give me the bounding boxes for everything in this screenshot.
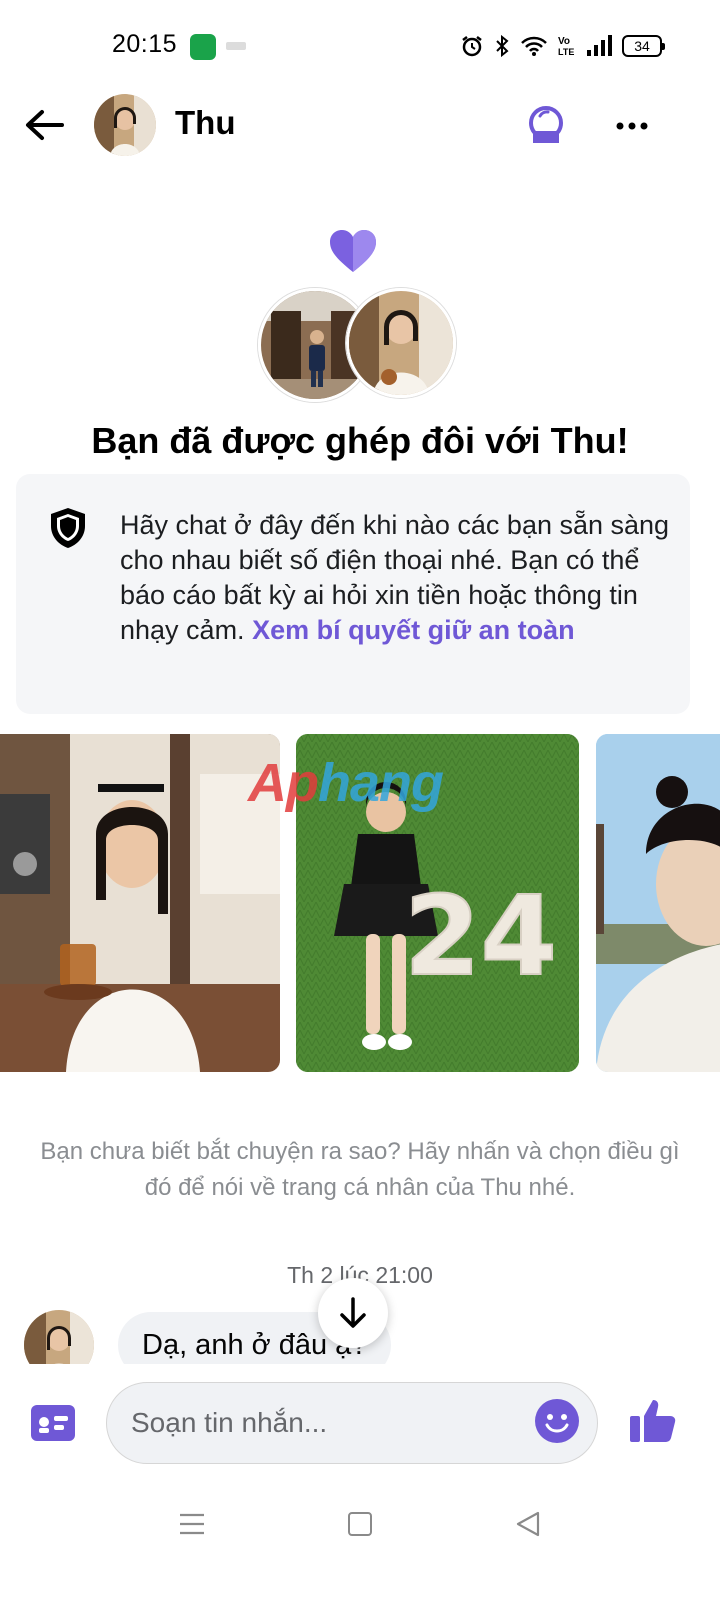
alarm-icon: [462, 36, 482, 57]
notification-app-icon: [190, 34, 216, 60]
notification-icon: [226, 42, 246, 50]
svg-text:Vo: Vo: [558, 36, 570, 47]
contact-name[interactable]: Thu: [175, 104, 235, 142]
match-title: Bạn đã được ghép đôi với Thu!: [91, 420, 629, 461]
watermark: Aphang: [248, 752, 444, 814]
nav-back-icon[interactable]: [514, 1510, 542, 1538]
profile-photo-1[interactable]: [0, 734, 280, 1072]
scroll-down-button[interactable]: [318, 1278, 388, 1348]
battery-icon: 34: [622, 35, 665, 57]
safety-message: Hãy chat ở đây đến khi nào các bạn sẵn s…: [120, 508, 670, 648]
nav-menu-icon[interactable]: [178, 1512, 206, 1536]
status-time: 20:15: [112, 30, 178, 58]
thumbs-up-icon[interactable]: [628, 1396, 678, 1446]
watermark-part2: hang: [317, 753, 444, 813]
profile-card-icon[interactable]: [30, 1404, 76, 1442]
message-input-placeholder: Soạn tin nhắn...: [131, 1407, 328, 1438]
video-call-icon[interactable]: [524, 104, 568, 148]
more-icon[interactable]: [612, 106, 652, 146]
emoji-icon[interactable]: [534, 1398, 580, 1444]
svg-text:LTE: LTE: [558, 47, 574, 57]
signal-icon: [587, 35, 612, 56]
profile-photo-3[interactable]: [596, 734, 720, 1072]
header-avatar[interactable]: [94, 94, 156, 156]
nav-home-icon[interactable]: [348, 1512, 372, 1536]
conversation-prompt: Bạn chưa biết bắt chuyện ra sao? Hãy nhấ…: [40, 1138, 680, 1201]
status-icons: Vo LTE 34: [460, 34, 665, 58]
message-input[interactable]: Soạn tin nhắn...: [106, 1382, 598, 1464]
shield-icon: [51, 508, 85, 548]
svg-text:24: 24: [404, 872, 557, 1000]
wifi-icon: [521, 36, 547, 56]
watermark-part1: Ap: [248, 753, 319, 813]
volte-icon: VoLTE: [558, 36, 574, 57]
status-bar: 20:15 Vo LTE 34: [0, 0, 720, 96]
arrow-down-icon: [340, 1297, 366, 1328]
heart-icon: [330, 230, 376, 272]
bluetooth-icon: [496, 34, 509, 58]
match-avatar: [346, 288, 456, 398]
safety-tips-link[interactable]: Xem bí quyết giữ an toàn: [252, 615, 575, 645]
back-arrow-icon[interactable]: [22, 102, 68, 148]
